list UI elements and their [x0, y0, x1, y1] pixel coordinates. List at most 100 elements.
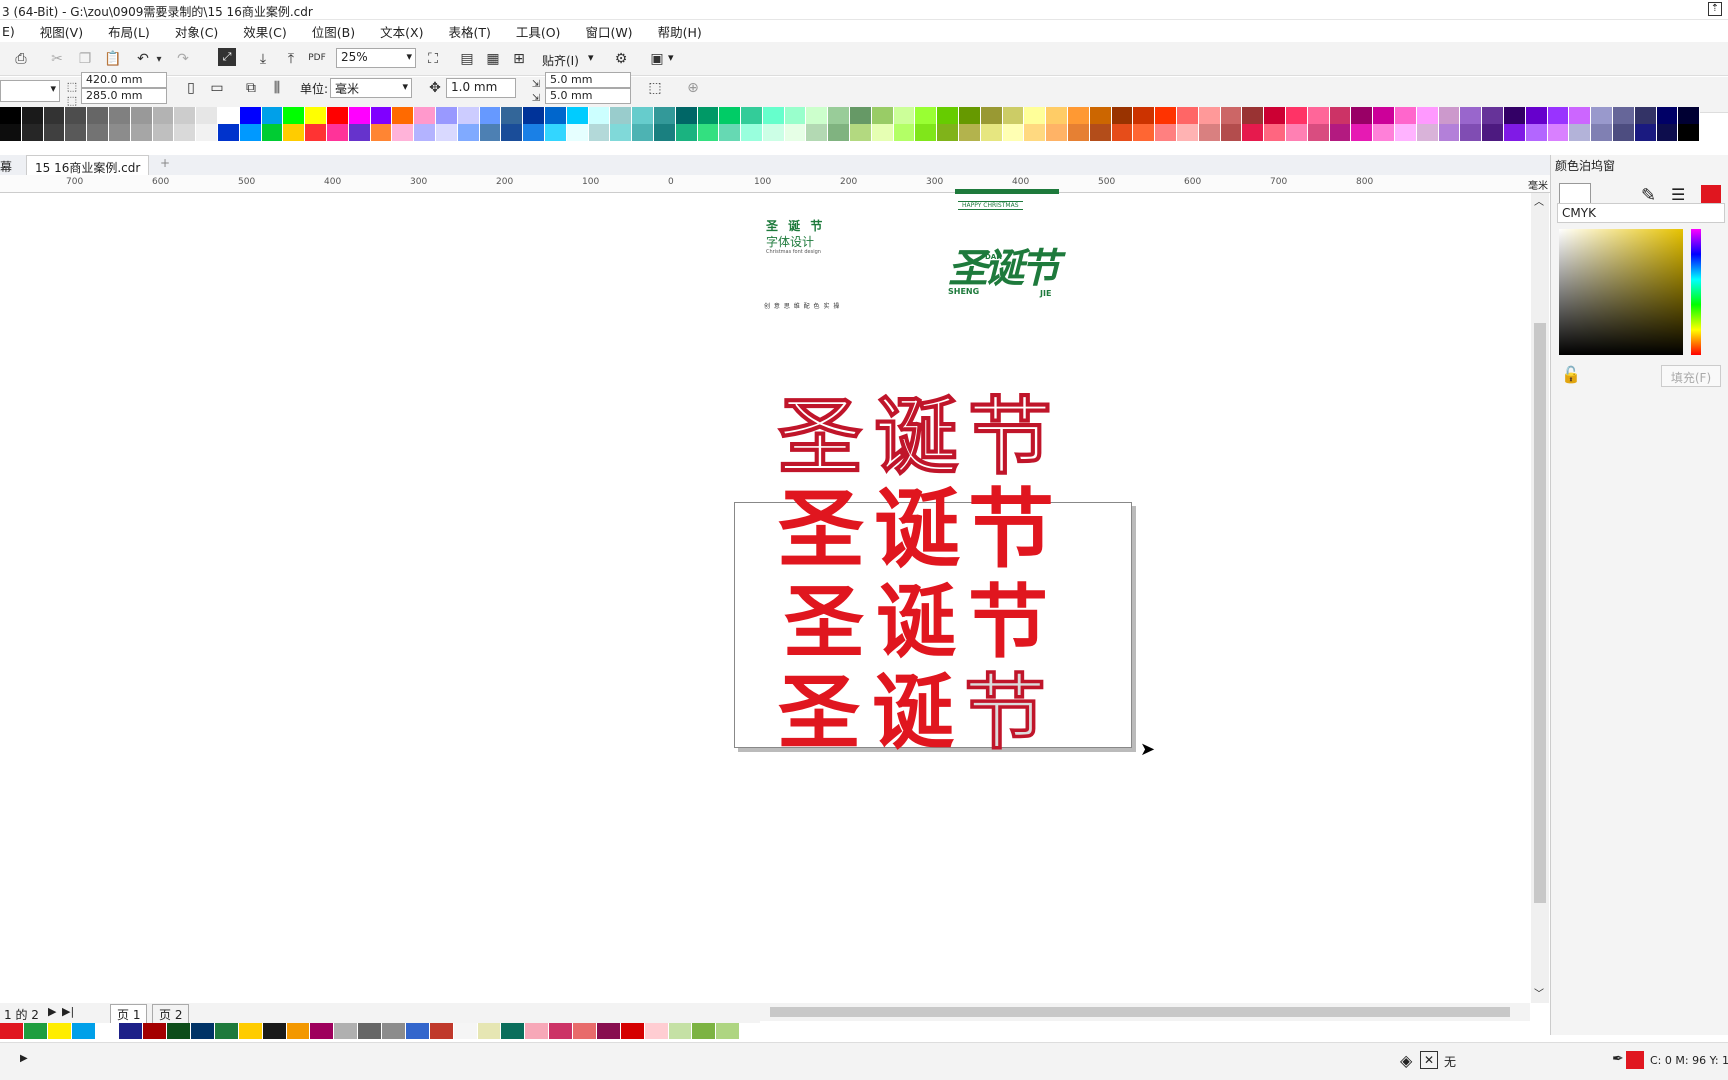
palette-swatch[interactable]	[675, 124, 698, 141]
menu-item-8[interactable]: 工具(O)	[516, 22, 570, 41]
palette-swatch[interactable]	[1591, 107, 1613, 124]
palette-swatch[interactable]	[1329, 107, 1352, 124]
doc-palette-swatch[interactable]	[477, 1023, 502, 1039]
palette-swatch[interactable]	[1177, 124, 1199, 141]
palette-swatch[interactable]	[1416, 107, 1439, 124]
doc-palette-swatch[interactable]	[214, 1023, 239, 1039]
doc-palette-swatch[interactable]	[262, 1023, 287, 1039]
menu-item-2[interactable]: 布局(L)	[108, 22, 159, 41]
palette-swatch[interactable]	[414, 107, 436, 124]
palette-swatch[interactable]	[959, 107, 981, 124]
document-tab-active[interactable]: 15 16商业案例.cdr	[26, 155, 150, 175]
doc-palette-swatch[interactable]	[167, 1023, 191, 1039]
search-content-icon[interactable]: ⤢	[218, 48, 236, 66]
palette-swatch[interactable]	[544, 107, 567, 124]
palette-swatch[interactable]	[937, 124, 960, 141]
menu-item-4[interactable]: 效果(C)	[243, 22, 295, 41]
palette-swatch[interactable]	[1547, 124, 1570, 141]
palette-swatch[interactable]	[1307, 107, 1330, 124]
palette-swatch[interactable]	[1264, 107, 1287, 124]
palette-swatch[interactable]	[348, 107, 371, 124]
palette-swatch[interactable]	[653, 124, 676, 141]
palette-swatch[interactable]	[392, 124, 415, 141]
doc-palette-swatch[interactable]	[47, 1023, 72, 1039]
palette-swatch[interactable]	[174, 107, 197, 124]
palette-swatch[interactable]	[1525, 107, 1548, 124]
color-palette-row-1[interactable]	[0, 107, 1701, 124]
palette-swatch[interactable]	[1612, 107, 1635, 124]
portrait-icon[interactable]: ▯	[180, 77, 202, 99]
palette-swatch[interactable]	[566, 124, 589, 141]
snap-to-dropdown[interactable]: 贴齐(I)	[542, 52, 579, 69]
last-page-icon[interactable]: ▶|	[62, 1005, 74, 1018]
doc-palette-swatch[interactable]	[501, 1023, 526, 1039]
show-rulers-icon[interactable]: ▤	[456, 48, 478, 70]
show-grid-icon[interactable]: ▦	[482, 48, 504, 70]
doc-palette-swatch[interactable]	[453, 1023, 478, 1039]
palette-swatch[interactable]	[1547, 107, 1570, 124]
palette-swatch[interactable]	[65, 124, 88, 141]
doc-palette-swatch[interactable]	[238, 1023, 263, 1039]
palette-swatch[interactable]	[1525, 124, 1548, 141]
doc-palette-swatch[interactable]	[429, 1023, 454, 1039]
palette-swatch[interactable]	[959, 124, 981, 141]
doc-palette-swatch[interactable]	[71, 1023, 96, 1039]
palette-swatch[interactable]	[152, 124, 175, 141]
scroll-up-icon[interactable]: ︿	[1534, 193, 1544, 208]
palette-swatch[interactable]	[1089, 124, 1112, 141]
page-border-icon[interactable]: ⬚	[644, 77, 666, 99]
doc-palette-swatch[interactable]	[95, 1023, 120, 1039]
doc-palette-swatch[interactable]	[596, 1023, 621, 1039]
menu-item-9[interactable]: 窗口(W)	[585, 22, 641, 41]
palette-swatch[interactable]	[806, 107, 829, 124]
palette-swatch[interactable]	[239, 107, 262, 124]
palette-swatch[interactable]	[632, 124, 654, 141]
doc-palette-swatch[interactable]	[286, 1023, 311, 1039]
palette-swatch[interactable]	[719, 107, 742, 124]
palette-swatch[interactable]	[1068, 124, 1090, 141]
doc-palette-swatch[interactable]	[692, 1023, 717, 1039]
palette-swatch[interactable]	[1089, 107, 1112, 124]
menu-item-1[interactable]: 视图(V)	[40, 22, 92, 41]
doc-palette-swatch[interactable]	[644, 1023, 669, 1039]
current-page-icon[interactable]: ⫼	[266, 77, 288, 99]
palette-swatch[interactable]	[762, 124, 785, 141]
palette-swatch[interactable]	[21, 107, 44, 124]
color-picker-square[interactable]	[1559, 229, 1683, 355]
doc-palette-swatch[interactable]	[119, 1023, 144, 1039]
palette-swatch[interactable]	[544, 124, 567, 141]
palette-swatch[interactable]	[457, 124, 480, 141]
palette-swatch[interactable]	[370, 124, 393, 141]
palette-swatch[interactable]	[784, 107, 807, 124]
palette-swatch[interactable]	[217, 107, 240, 124]
palette-swatch[interactable]	[479, 107, 502, 124]
palette-swatch[interactable]	[152, 107, 175, 124]
palette-swatch[interactable]	[980, 124, 1003, 141]
palette-swatch[interactable]	[0, 107, 22, 124]
menu-item-7[interactable]: 表格(T)	[448, 22, 499, 41]
palette-swatch[interactable]	[1198, 107, 1221, 124]
doc-palette-swatch[interactable]	[358, 1023, 382, 1039]
drawing-canvas[interactable]: 圣 诞 节 字体设计 Christmas font design 创 意 思 维…	[0, 189, 1531, 1003]
page-height-input[interactable]: 285.0 mm	[81, 88, 167, 104]
lock-icon[interactable]: 🔓	[1561, 365, 1581, 384]
palette-swatch[interactable]	[283, 107, 306, 124]
doc-palette-swatch[interactable]	[310, 1023, 335, 1039]
menu-item-6[interactable]: 文本(X)	[380, 22, 432, 41]
palette-swatch[interactable]	[1438, 107, 1461, 124]
palette-swatch[interactable]	[1503, 107, 1526, 124]
add-document-tab-button[interactable]: +	[160, 156, 170, 170]
page-width-input[interactable]: 420.0 mm	[81, 72, 167, 88]
palette-swatch[interactable]	[479, 124, 502, 141]
show-guidelines-icon[interactable]: ⊞	[508, 48, 530, 70]
export-icon[interactable]: ⤒	[280, 48, 302, 70]
palette-swatch[interactable]	[457, 107, 480, 124]
palette-swatch[interactable]	[370, 107, 393, 124]
duplicate-x-input[interactable]: 5.0 mm	[545, 72, 631, 88]
palette-swatch[interactable]	[348, 124, 371, 141]
doc-palette-swatch[interactable]	[0, 1023, 24, 1039]
launcher-chevron-down-icon[interactable]: ▾	[668, 51, 674, 64]
palette-swatch[interactable]	[741, 124, 763, 141]
page-size-select[interactable]	[0, 80, 60, 102]
palette-swatch[interactable]	[108, 124, 131, 141]
